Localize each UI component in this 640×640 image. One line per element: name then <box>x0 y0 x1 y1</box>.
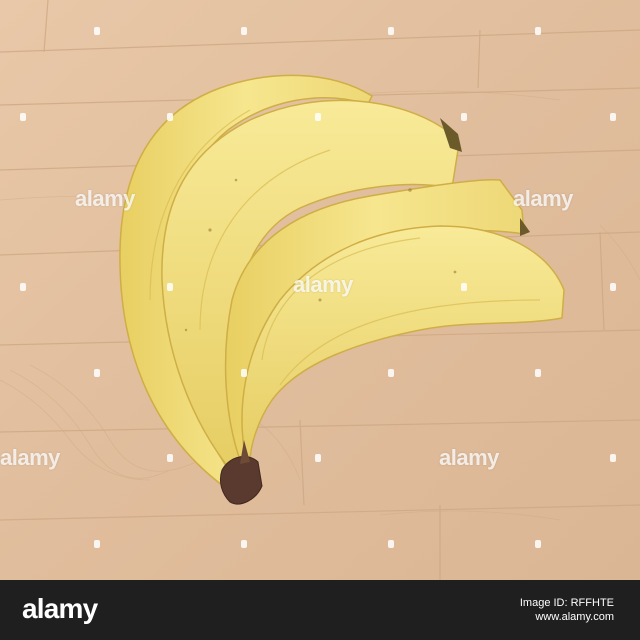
alamy-logo[interactable]: alamy <box>22 593 98 625</box>
site-url[interactable]: www.alamy.com <box>520 610 614 624</box>
watermark-dot <box>535 540 541 548</box>
watermark-dot <box>167 113 173 121</box>
watermark-dot <box>315 113 321 121</box>
watermark-dot <box>20 283 26 291</box>
image-info: Image ID: RFFHTE www.alamy.com <box>520 596 614 624</box>
watermark-dot <box>610 454 616 462</box>
watermark-dot <box>535 27 541 35</box>
watermark-dot <box>94 540 100 548</box>
watermark-dot <box>388 369 394 377</box>
watermark-text: alamy <box>439 445 499 470</box>
watermark-dot <box>315 454 321 462</box>
watermark-dot <box>167 454 173 462</box>
watermark-dot <box>610 283 616 291</box>
watermark-text: alamy <box>513 186 573 211</box>
watermark-dot <box>241 369 247 377</box>
watermark-dot <box>167 283 173 291</box>
watermark-dot <box>610 113 616 121</box>
banana-photo: alamy alamy alamy alamy alamy <box>0 0 640 580</box>
watermark-dot <box>94 369 100 377</box>
watermark-dot <box>94 27 100 35</box>
watermark-dot <box>461 283 467 291</box>
watermark-dot <box>535 369 541 377</box>
watermark-dot <box>461 113 467 121</box>
watermark-dot <box>388 540 394 548</box>
watermark-text: alamy <box>293 272 353 297</box>
watermark-text: alamy <box>75 186 135 211</box>
image-id-label: Image ID: RFFHTE <box>519 597 614 609</box>
watermark-dot <box>388 27 394 35</box>
watermark-dot <box>20 113 26 121</box>
watermark-dot <box>241 27 247 35</box>
footer-bar: alamy Image ID: RFFHTE www.alamy.com <box>0 580 640 640</box>
watermark-dot <box>241 540 247 548</box>
watermark-text: alamy <box>0 445 60 470</box>
